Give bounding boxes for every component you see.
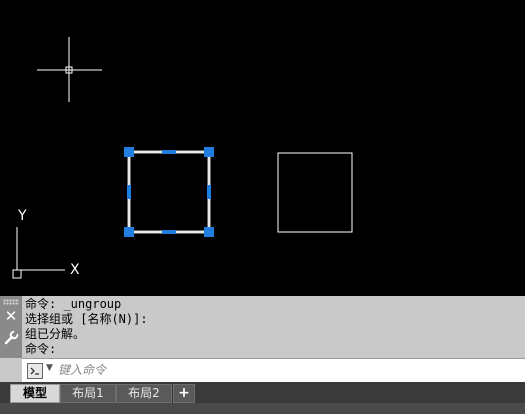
command-prompt-icon[interactable] xyxy=(27,363,43,379)
command-input-row: ▼ xyxy=(22,358,525,383)
selected-square[interactable] xyxy=(127,150,211,234)
command-history-line: 命令: xyxy=(25,342,57,356)
drawing-area[interactable]: Y X xyxy=(0,0,525,296)
ucs-icon: Y X xyxy=(12,208,80,279)
command-input[interactable] xyxy=(58,361,498,379)
layout-tabs-bar: 模型 布局1 布局2 + xyxy=(0,382,525,414)
wrench-icon[interactable] xyxy=(3,330,19,346)
corner-grip[interactable] xyxy=(124,227,134,237)
corner-grip[interactable] xyxy=(204,227,214,237)
command-history-line: 命令: _ungroup xyxy=(25,297,122,311)
command-history: 命令: _ungroup 选择组或 [名称(N)]: 组已分解。 命令: xyxy=(25,297,521,357)
tab-layout1[interactable]: 布局1 xyxy=(60,384,116,403)
command-input-left-strip xyxy=(0,358,22,382)
midpoint-grip[interactable] xyxy=(207,185,211,199)
ucs-y-label: Y xyxy=(17,208,27,224)
crosshair-cursor xyxy=(37,37,102,102)
chevron-down-icon[interactable]: ▼ xyxy=(46,363,53,373)
tab-layout2[interactable]: 布局2 xyxy=(116,384,172,403)
command-history-line: 组已分解。 xyxy=(25,327,86,341)
close-icon[interactable]: ✕ xyxy=(4,309,18,324)
drawing-canvas[interactable]: Y X xyxy=(0,0,525,296)
command-history-line: 选择组或 [名称(N)]: xyxy=(25,312,148,326)
midpoint-grip[interactable] xyxy=(162,150,176,154)
corner-grip[interactable] xyxy=(204,147,214,157)
command-window-grip[interactable]: ✕ xyxy=(0,296,22,358)
midpoint-grip[interactable] xyxy=(162,230,176,234)
square-object[interactable] xyxy=(277,152,353,233)
add-layout-button[interactable]: + xyxy=(173,384,195,403)
ucs-x-label: X xyxy=(70,262,80,278)
command-window: ✕ 命令: _ungroup 选择组或 [名称(N)]: 组已分解。 命令: xyxy=(0,296,525,358)
status-bar-strip xyxy=(0,403,525,414)
corner-grip[interactable] xyxy=(124,147,134,157)
midpoint-grip[interactable] xyxy=(127,185,131,199)
grip-dots[interactable] xyxy=(3,299,19,305)
tab-model[interactable]: 模型 xyxy=(10,384,60,403)
